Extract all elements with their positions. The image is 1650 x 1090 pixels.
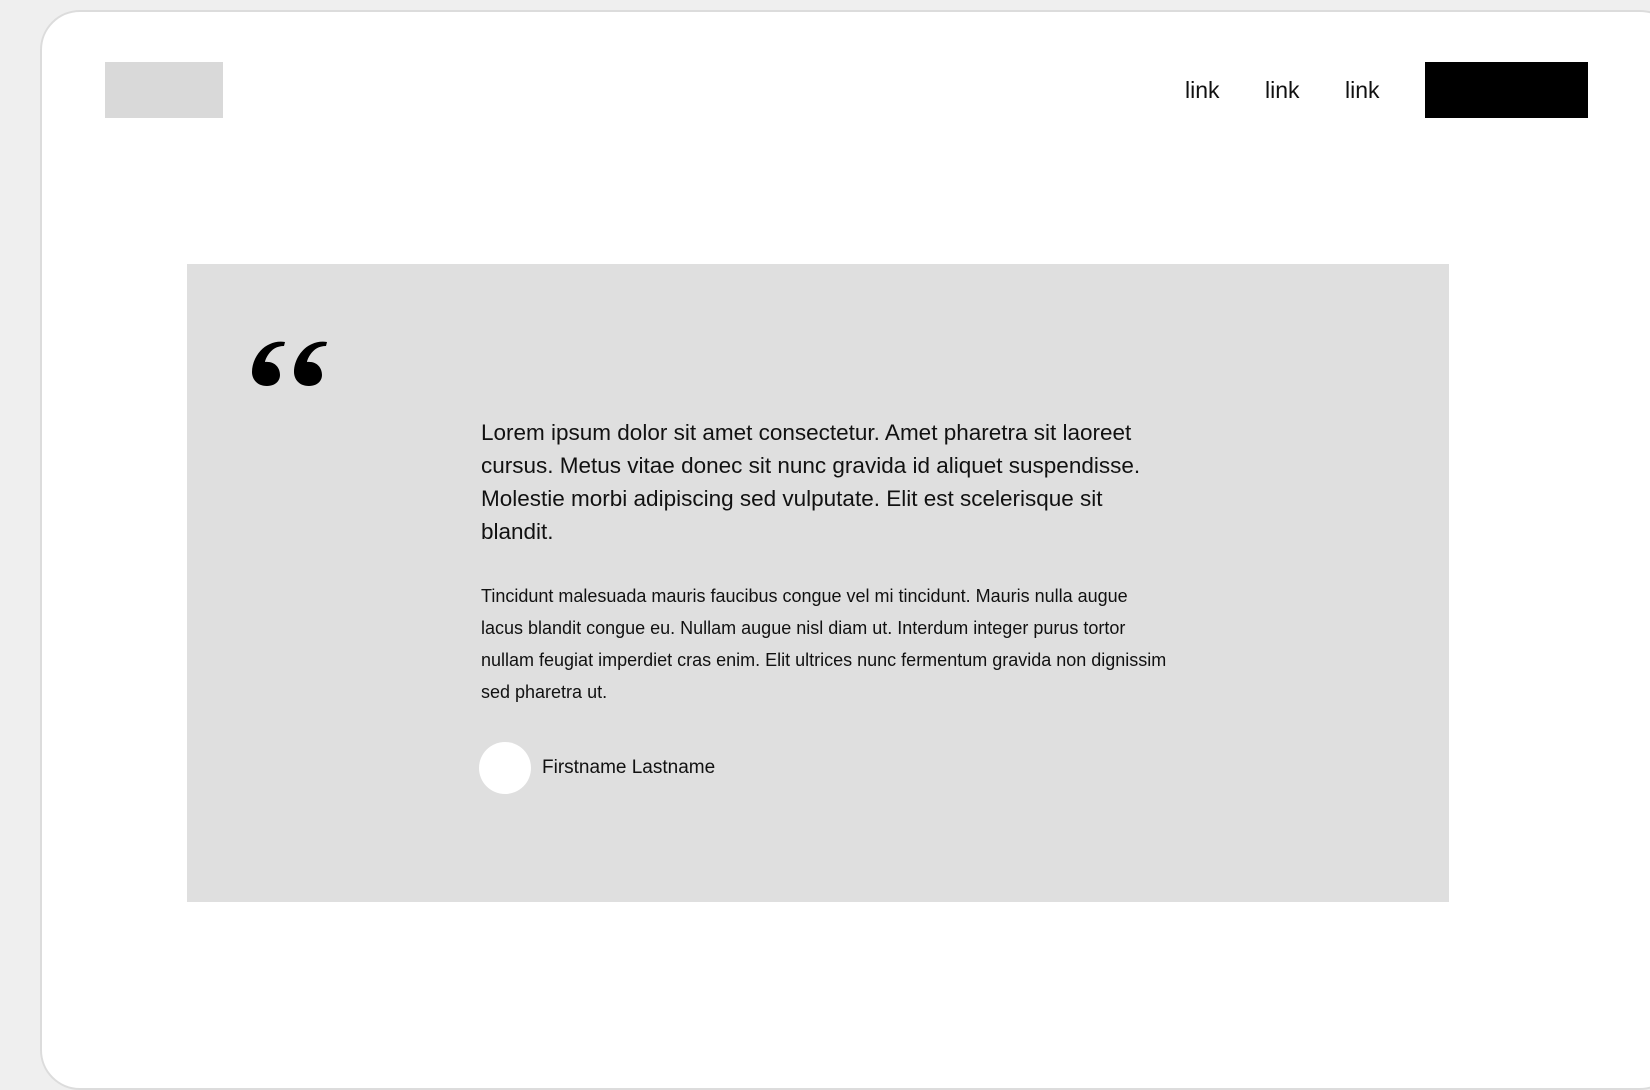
avatar	[479, 742, 531, 794]
nav-link-2[interactable]: link	[1265, 62, 1300, 118]
nav-link-3[interactable]: link	[1345, 62, 1380, 118]
quote-icon	[252, 341, 327, 386]
cta-button[interactable]	[1425, 62, 1588, 118]
nav-link-1[interactable]: link	[1185, 62, 1220, 118]
testimonial-lead: Lorem ipsum dolor sit amet consectetur. …	[481, 420, 1141, 544]
logo-placeholder[interactable]	[105, 62, 223, 118]
testimonial-body: Tincidunt malesuada mauris faucibus cong…	[481, 586, 1167, 702]
author-name: Firstname Lastname	[542, 757, 716, 778]
